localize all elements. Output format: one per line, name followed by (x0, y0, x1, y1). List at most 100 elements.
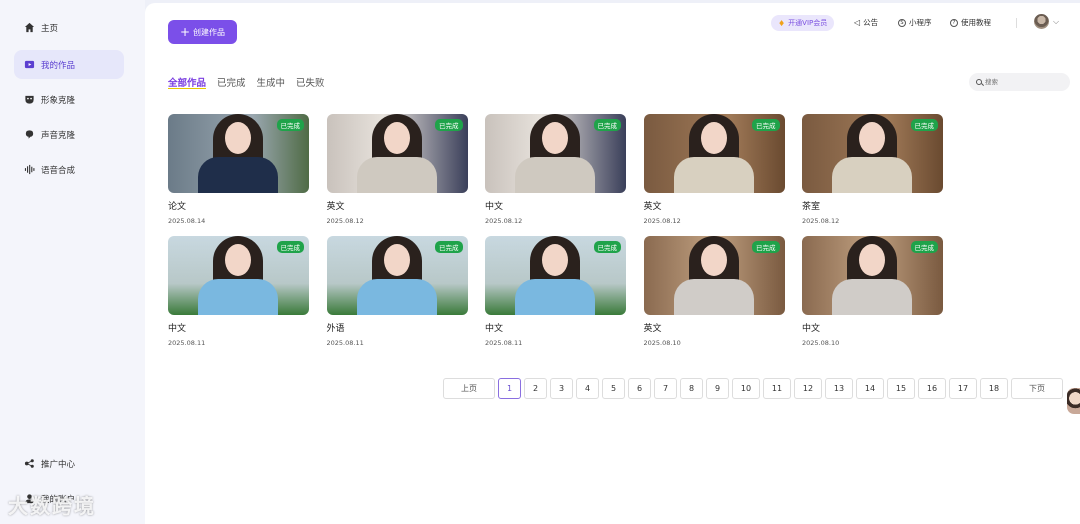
floating-assistant-avatar[interactable] (1067, 388, 1080, 414)
work-date: 2025.08.14 (168, 217, 206, 225)
page-button[interactable]: 15 (887, 378, 915, 399)
tutorial-label: 使用教程 (961, 18, 991, 27)
work-thumbnail[interactable]: 已完成 (326, 236, 468, 315)
pagination: 上页 1 2 3 4 5 6 7 8 9 10 11 12 13 14 15 16 17 18 下页 (443, 378, 1063, 399)
status-badge: 已完成 (435, 241, 463, 253)
work-card[interactable]: 已完成 英文 2025.08.12 (643, 114, 785, 225)
sidebar-item-tts[interactable]: 语音合成 (14, 155, 124, 184)
sidebar-item-my-works[interactable]: 我的作品 (14, 50, 124, 79)
work-thumbnail[interactable]: 已完成 (802, 114, 943, 193)
sidebar-item-label: 主页 (41, 23, 59, 34)
status-badge: 已完成 (752, 119, 780, 131)
status-badge: 已完成 (752, 241, 780, 253)
work-thumbnail[interactable]: 已完成 (168, 236, 309, 315)
tab-failed[interactable]: 已失败 (296, 75, 325, 89)
tab-all[interactable]: 全部作品 (168, 75, 206, 89)
create-work-label: 创建作品 (193, 27, 226, 37)
diamond-icon: ♦ (778, 18, 786, 28)
miniapp-link[interactable]: S 小程序 (898, 17, 932, 28)
tab-generating[interactable]: 生成中 (257, 75, 286, 89)
plus-icon: + (179, 25, 191, 39)
main-panel: + 创建作品 ♦ 开通VIP会员 ◁ 公告 S 小程序 ? 使用教程 ⌵ 全部作… (145, 3, 1080, 524)
search-input[interactable] (985, 78, 1065, 86)
page-button[interactable]: 5 (602, 378, 625, 399)
status-badge: 已完成 (593, 241, 621, 253)
work-card[interactable]: 已完成 茶室 2025.08.12 (802, 114, 943, 225)
page-button[interactable]: 4 (576, 378, 599, 399)
page-button[interactable]: 12 (794, 378, 822, 399)
work-card[interactable]: 已完成 中文 2025.08.10 (802, 236, 943, 347)
create-work-button[interactable]: + 创建作品 (168, 20, 237, 44)
work-title: 英文 (643, 202, 662, 212)
page-button[interactable]: 7 (654, 378, 677, 399)
work-date: 2025.08.11 (326, 339, 364, 347)
page-button[interactable]: 16 (918, 378, 946, 399)
work-thumbnail[interactable]: 已完成 (485, 236, 626, 315)
status-badge: 已完成 (435, 119, 463, 131)
page-button[interactable]: 18 (980, 378, 1008, 399)
sidebar-item-label: 我的作品 (41, 60, 76, 71)
tutorial-link[interactable]: ? 使用教程 (950, 17, 991, 28)
miniapp-label: 小程序 (909, 18, 932, 27)
work-thumbnail[interactable]: 已完成 (643, 114, 785, 193)
page-button[interactable]: 8 (680, 378, 703, 399)
page-button[interactable]: 10 (732, 378, 760, 399)
work-title: 论文 (168, 202, 187, 212)
work-card[interactable]: 已完成 中文 2025.08.12 (485, 114, 626, 225)
vip-button[interactable]: ♦ 开通VIP会员 (771, 15, 835, 31)
work-date: 2025.08.11 (485, 339, 523, 347)
chevron-down-icon[interactable]: ⌵ (1053, 17, 1059, 27)
share-icon (23, 458, 35, 470)
page-button[interactable]: 17 (949, 378, 977, 399)
work-title: 英文 (643, 324, 662, 334)
notice-link[interactable]: ◁ 公告 (854, 17, 878, 28)
notice-label: 公告 (863, 18, 879, 27)
work-title: 英文 (326, 202, 345, 212)
page-button[interactable]: 11 (763, 378, 791, 399)
prev-page-button[interactable]: 上页 (443, 378, 495, 399)
status-tabs: 全部作品 已完成 生成中 已失败 (168, 75, 325, 89)
next-page-button[interactable]: 下页 (1011, 378, 1063, 399)
work-thumbnail[interactable]: 已完成 (168, 114, 309, 193)
page-button[interactable]: 1 (498, 378, 521, 399)
sidebar-item-avatar-clone[interactable]: 形象克隆 (14, 85, 124, 114)
status-badge: 已完成 (593, 119, 621, 131)
sidebar-item-label: 声音克隆 (41, 130, 76, 141)
tab-completed[interactable]: 已完成 (217, 75, 246, 89)
work-date: 2025.08.11 (168, 339, 206, 347)
speech-icon (23, 129, 35, 141)
sidebar-item-label: 推广中心 (41, 459, 76, 470)
watermark: 大数跨境 (8, 494, 96, 518)
work-card[interactable]: 已完成 英文 2025.08.10 (643, 236, 785, 347)
sidebar-item-promotion[interactable]: 推广中心 (14, 449, 124, 478)
work-card[interactable]: 已完成 中文 2025.08.11 (485, 236, 626, 347)
sidebar-item-label: 形象克隆 (41, 95, 76, 106)
work-card[interactable]: 已完成 外语 2025.08.11 (326, 236, 468, 347)
waveform-icon (23, 164, 35, 176)
status-badge: 已完成 (276, 241, 304, 253)
speaker-icon: ◁ (854, 18, 861, 27)
work-thumbnail[interactable]: 已完成 (326, 114, 468, 193)
page-button[interactable]: 2 (524, 378, 547, 399)
mask-icon (23, 94, 35, 106)
page-button[interactable]: 3 (550, 378, 573, 399)
work-card[interactable]: 已完成 英文 2025.08.12 (326, 114, 468, 225)
work-title: 中文 (485, 202, 504, 212)
work-thumbnail[interactable]: 已完成 (643, 236, 785, 315)
sidebar-item-home[interactable]: 主页 (14, 13, 124, 42)
avatar[interactable] (1034, 14, 1049, 29)
work-title: 外语 (326, 324, 345, 334)
home-icon (23, 22, 35, 34)
sidebar-item-voice-clone[interactable]: 声音克隆 (14, 120, 124, 149)
work-title: 中文 (802, 324, 821, 334)
page-button[interactable]: 14 (856, 378, 884, 399)
work-thumbnail[interactable]: 已完成 (802, 236, 943, 315)
page-button[interactable]: 6 (628, 378, 651, 399)
work-card[interactable]: 已完成 论文 2025.08.14 (168, 114, 309, 225)
page-button[interactable]: 9 (706, 378, 729, 399)
work-thumbnail[interactable]: 已完成 (485, 114, 626, 193)
page-button[interactable]: 13 (825, 378, 853, 399)
status-badge: 已完成 (910, 119, 938, 131)
work-card[interactable]: 已完成 中文 2025.08.11 (168, 236, 309, 347)
search-icon (976, 79, 982, 85)
